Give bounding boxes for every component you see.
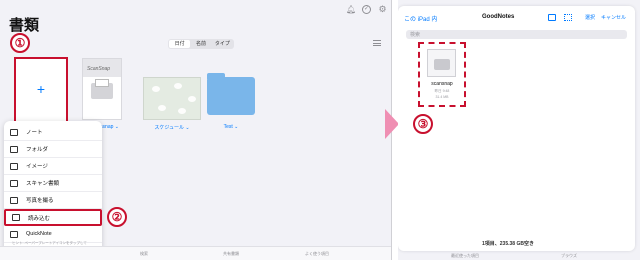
new-folder-icon[interactable] xyxy=(548,14,556,21)
tab-shared[interactable]: 共有書類 xyxy=(223,251,239,257)
create-new-popup-menu: ノート フォルダ イメージ スキャン書類 写真を撮る 読み込む QuickNot… xyxy=(4,121,102,255)
scansnap-file-item[interactable]: scansnap 昨日 9:48 31.4 MB xyxy=(418,42,466,107)
list-view-icon[interactable] xyxy=(373,40,381,46)
files-tab-bar: 最近使った項目 ブラウズ xyxy=(398,251,640,260)
files-picker-screen: この iPad 内 GoodNotes 選択 キャンセル 検索 scansnap… xyxy=(398,0,640,260)
thumbnail-header: ScanSnap xyxy=(83,59,121,77)
step-3-badge: ③ xyxy=(413,114,433,134)
pattern-dot xyxy=(178,108,186,114)
page-title: 書類 xyxy=(9,17,40,34)
image-icon xyxy=(10,162,18,170)
grid-view-icon[interactable] xyxy=(564,14,572,21)
tile-label-test[interactable]: Test ⌄ xyxy=(207,124,255,130)
menu-item-label: スキャン書類 xyxy=(26,181,60,187)
pattern-dot xyxy=(174,83,182,89)
file-thumbnail xyxy=(427,49,456,77)
files-picker-sheet: この iPad 内 GoodNotes 選択 キャンセル 検索 scansnap… xyxy=(398,6,635,251)
pattern-dot xyxy=(152,86,160,92)
scansnap-document-thumbnail[interactable]: ScanSnap xyxy=(82,58,122,120)
menu-item-image[interactable]: イメージ xyxy=(4,158,102,175)
file-size: 31.4 MB xyxy=(435,95,449,99)
tile-label-schedule[interactable]: スケジュール ⌄ xyxy=(143,124,201,131)
search-placeholder: 検索 xyxy=(410,32,421,38)
file-name: scansnap xyxy=(431,81,453,87)
menu-item-label: イメージ xyxy=(26,164,48,170)
goodnotes-documents-screen: 書類 🔔︎ ✓ ⚙ 日付 名前 タイプ + ① ScanSnap scansna… xyxy=(0,0,392,260)
menu-item-import[interactable]: 読み込む xyxy=(4,209,102,226)
quicknote-icon xyxy=(10,230,18,238)
menu-item-label: ノート xyxy=(26,130,43,136)
camera-icon xyxy=(10,196,18,204)
plus-icon: + xyxy=(36,81,46,97)
sort-tab-name[interactable]: 名前 xyxy=(190,40,211,48)
paper-illustration xyxy=(95,79,109,87)
sort-segmented-control[interactable]: 日付 名前 タイプ xyxy=(168,39,234,49)
screenshot-composite: 書類 🔔︎ ✓ ⚙ 日付 名前 タイプ + ① ScanSnap scansna… xyxy=(0,0,640,260)
check-circle-icon[interactable]: ✓ xyxy=(362,5,371,14)
bottom-tab-bar: 検索 共有書類 よく使う項目 xyxy=(0,246,391,260)
tab-favorites[interactable]: よく使う項目 xyxy=(305,251,329,257)
menu-item-camera[interactable]: 写真を撮る xyxy=(4,192,102,209)
folder-icon xyxy=(10,145,18,153)
menu-item-label: 読み込む xyxy=(28,215,51,222)
menu-item-label: 写真を撮る xyxy=(26,198,54,204)
sort-tab-type[interactable]: タイプ xyxy=(212,40,233,48)
scanner-illustration xyxy=(434,59,450,70)
menu-item-label: QuickNote xyxy=(26,231,52,237)
bell-icon[interactable]: 🔔︎ xyxy=(346,5,356,14)
tab-search[interactable]: 検索 xyxy=(140,251,148,257)
arrow-right-icon xyxy=(385,109,399,139)
storage-status: 1項目、235.38 GB空き xyxy=(482,241,534,247)
scan-icon xyxy=(10,179,18,187)
pattern-dot xyxy=(158,105,166,111)
back-button[interactable]: この iPad 内 xyxy=(404,14,437,23)
schedule-notebook-thumbnail[interactable] xyxy=(143,77,201,120)
menu-item-scan[interactable]: スキャン書類 xyxy=(4,175,102,192)
sort-tab-date[interactable]: 日付 xyxy=(169,40,191,48)
note-icon xyxy=(10,128,18,136)
menu-item-label: フォルダ xyxy=(26,147,49,153)
select-button[interactable]: 選択 xyxy=(585,14,595,21)
search-input[interactable]: 検索 xyxy=(406,30,627,39)
cancel-button[interactable]: キャンセル xyxy=(601,14,626,21)
step-2-badge: ② xyxy=(107,207,127,227)
step-1-badge: ① xyxy=(10,33,30,53)
tab-browse[interactable]: ブラウズ xyxy=(561,253,577,259)
tab-recents[interactable]: 最近使った項目 xyxy=(451,253,479,259)
import-icon xyxy=(12,214,20,221)
folder-title: GoodNotes xyxy=(482,14,515,20)
gear-icon[interactable]: ⚙ xyxy=(378,5,387,14)
menu-item-note[interactable]: ノート xyxy=(4,124,102,141)
menu-item-folder[interactable]: フォルダ xyxy=(4,141,102,158)
new-document-tile[interactable]: + xyxy=(14,57,68,123)
pattern-dot xyxy=(188,96,196,102)
file-date: 昨日 9:48 xyxy=(434,89,450,93)
test-folder-icon[interactable] xyxy=(207,73,255,115)
thumbnail-brand-text: ScanSnap xyxy=(87,66,111,72)
